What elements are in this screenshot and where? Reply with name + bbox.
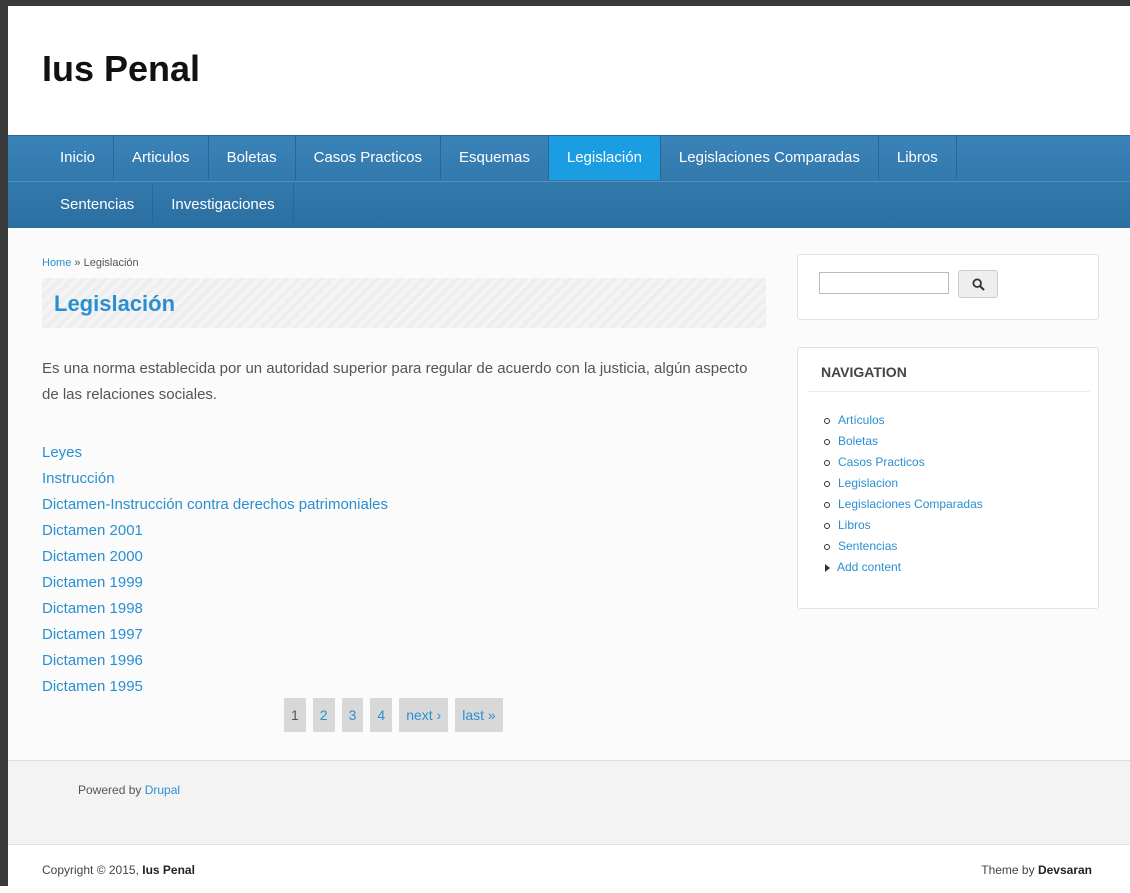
nav-item-label: Legislacion <box>838 476 899 490</box>
breadcrumb-current: Legislación <box>83 257 139 269</box>
document-link[interactable]: Dictamen 1996 <box>42 648 388 674</box>
document-link[interactable]: Leyes <box>42 440 388 466</box>
drupal-link[interactable]: Drupal <box>145 783 180 797</box>
navigation-divider <box>808 391 1090 392</box>
page-description: Es una norma establecida por un autorida… <box>42 360 748 403</box>
pager: 1 2 3 4 next › last » <box>284 698 503 732</box>
nav-item-label: Boletas <box>838 434 879 448</box>
footer: Powered by Drupal <box>8 760 1130 845</box>
search-button[interactable] <box>958 270 998 298</box>
main-menu: Inicio Articulos Boletas Casos Practicos Esq… <box>8 135 1130 228</box>
menu-item-libros[interactable]: Libros <box>879 136 957 180</box>
copyright: Copyright © 2015, Ius Penal <box>42 863 195 877</box>
breadcrumb-separator: » <box>74 257 81 269</box>
menu-item-casos-practicos[interactable]: Casos Practicos <box>296 136 441 180</box>
document-link[interactable]: Dictamen 1998 <box>42 596 388 622</box>
search-block <box>797 254 1099 320</box>
copyright-prefix: Copyright © 2015, <box>42 863 139 877</box>
nav-item-articulos[interactable]: Artículos <box>824 410 983 431</box>
nav-item-label: Libros <box>838 518 871 532</box>
nav-item-label: Legislaciones Comparadas <box>838 497 983 511</box>
bullet-icon <box>824 501 830 508</box>
document-link[interactable]: Dictamen 1999 <box>42 570 388 596</box>
menu-item-investigaciones[interactable]: Investigaciones <box>153 183 294 227</box>
navigation-block: NAVIGATION Artículos Boletas Casos Practic… <box>797 347 1099 609</box>
menu-item-legislacion[interactable]: Legislación <box>548 136 661 180</box>
menu-item-inicio[interactable]: Inicio <box>42 136 115 180</box>
bullet-icon <box>824 543 830 550</box>
menu-row-1: Inicio Articulos Boletas Casos Practicos Esq… <box>42 136 957 180</box>
document-link[interactable]: Dictamen 2000 <box>42 544 388 570</box>
powered-by: Powered by Drupal <box>78 783 180 797</box>
pager-page-3[interactable]: 3 <box>341 698 364 732</box>
menu-item-esquemas[interactable]: Esquemas <box>441 136 549 180</box>
menu-item-sentencias[interactable]: Sentencias <box>42 183 154 227</box>
theme-author[interactable]: Devsaran <box>1038 863 1092 877</box>
nav-item-legislaciones-comparadas[interactable]: Legislaciones Comparadas <box>824 494 983 515</box>
search-input[interactable] <box>819 272 949 294</box>
site-name[interactable]: Ius Penal <box>42 48 200 90</box>
bullet-icon <box>824 459 830 466</box>
pager-next[interactable]: next › <box>399 698 449 732</box>
nav-item-label: Casos Practicos <box>838 455 925 469</box>
document-link[interactable]: Dictamen-Instrucción contra derechos pat… <box>42 492 388 518</box>
bullet-icon <box>824 480 830 487</box>
pager-page-2[interactable]: 2 <box>312 698 335 732</box>
nav-item-sentencias[interactable]: Sentencias <box>824 536 983 557</box>
page-title: Legislación <box>54 291 176 316</box>
breadcrumb: Home » Legislación <box>42 257 139 269</box>
bullet-icon <box>824 438 830 445</box>
triangle-right-icon <box>825 563 830 572</box>
theme-credit: Theme by Devsaran <box>981 863 1092 877</box>
document-list: Leyes Instrucción Dictamen-Instrucción con… <box>42 440 388 700</box>
menu-row-2: Sentencias Investigaciones <box>42 183 294 227</box>
breadcrumb-home-link[interactable]: Home <box>42 257 71 269</box>
document-link[interactable]: Dictamen 1995 <box>42 674 388 700</box>
nav-item-label: Sentencias <box>838 539 898 553</box>
nav-item-libros[interactable]: Libros <box>824 515 983 536</box>
pager-page-1: 1 <box>284 698 306 732</box>
nav-item-label: Add content <box>837 560 902 574</box>
nav-item-add-content[interactable]: Add content <box>824 557 983 578</box>
theme-credit-prefix: Theme by <box>981 863 1035 877</box>
bullet-icon <box>824 417 830 424</box>
navigation-list: Artículos Boletas Casos Practicos Legislaci… <box>824 410 983 578</box>
search-icon <box>972 278 985 291</box>
document-link[interactable]: Dictamen 2001 <box>42 518 388 544</box>
document-link[interactable]: Instrucción <box>42 466 388 492</box>
pager-last[interactable]: last » <box>455 698 503 732</box>
copyright-site: Ius Penal <box>142 863 195 877</box>
bullet-icon <box>824 522 830 529</box>
menu-item-boletas[interactable]: Boletas <box>209 136 296 180</box>
menu-item-legislaciones-comparadas[interactable]: Legislaciones Comparadas <box>661 136 879 180</box>
nav-item-label: Artículos <box>838 413 885 427</box>
pager-page-4[interactable]: 4 <box>370 698 393 732</box>
page: Ius Penal Inicio Articulos Boletas Casos Pr… <box>0 0 1130 893</box>
nav-item-boletas[interactable]: Boletas <box>824 431 983 452</box>
nav-item-casos-practicos[interactable]: Casos Practicos <box>824 452 983 473</box>
document-link[interactable]: Dictamen 1997 <box>42 622 388 648</box>
nav-item-legislacion[interactable]: Legislacion <box>824 473 983 494</box>
site-header: Ius Penal <box>8 6 1130 136</box>
menu-item-articulos[interactable]: Articulos <box>114 136 209 180</box>
page-title-bar: Legislación <box>42 278 766 328</box>
navigation-title: NAVIGATION <box>821 364 907 380</box>
powered-by-prefix: Powered by <box>78 783 142 797</box>
menu-divider <box>8 181 1130 182</box>
